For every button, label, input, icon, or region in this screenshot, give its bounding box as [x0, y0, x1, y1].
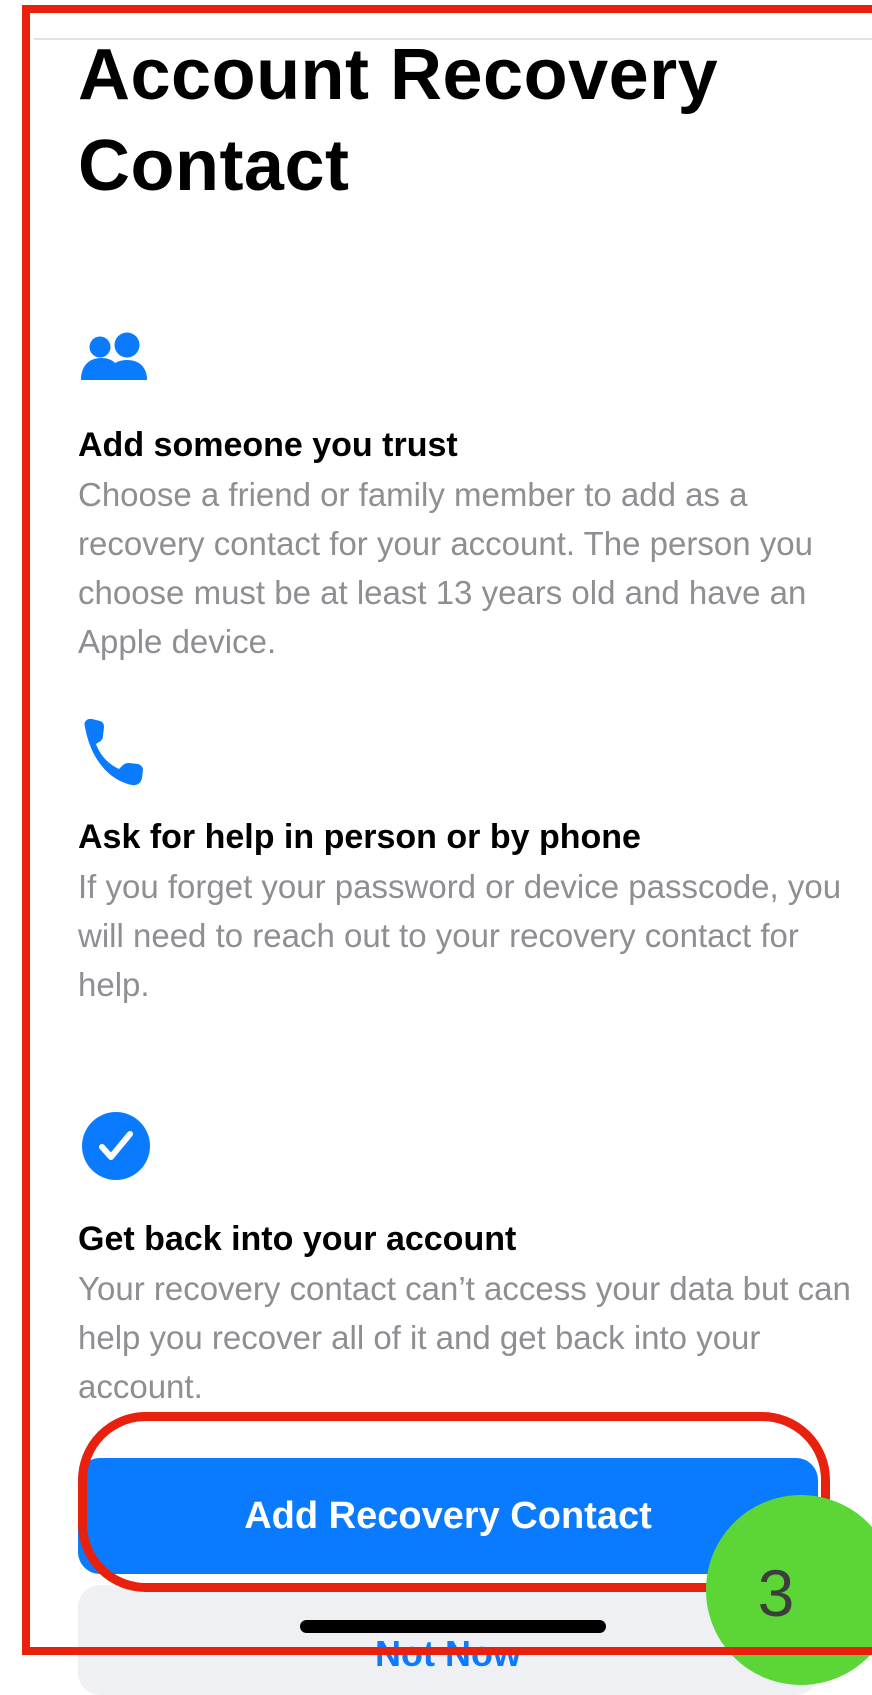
annotation-frame [22, 5, 872, 1655]
